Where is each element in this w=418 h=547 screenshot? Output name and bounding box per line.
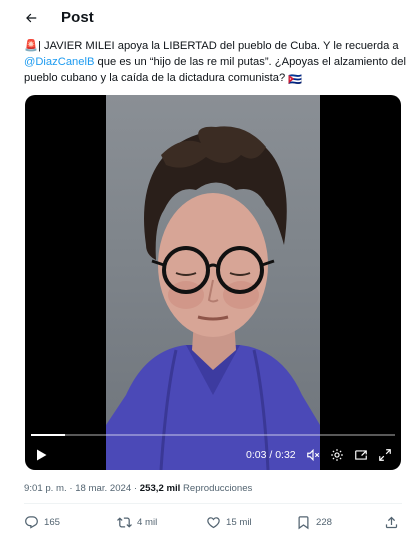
bookmark-button[interactable]: 228 <box>296 512 332 532</box>
views-count: 253,2 mil <box>139 483 181 494</box>
back-button[interactable] <box>18 5 44 31</box>
play-icon <box>36 449 46 461</box>
reply-button[interactable]: 165 <box>24 512 60 532</box>
share-icon <box>385 516 398 528</box>
mention-link[interactable]: @DiazCanelB <box>24 56 94 68</box>
post-page: Post 🚨| JAVIER MILEI apoya la LIBERTAD d… <box>0 0 418 547</box>
arrow-left-icon <box>26 13 37 23</box>
meta-separator: · <box>69 483 73 494</box>
divider <box>24 503 402 504</box>
picture-in-picture-icon <box>355 450 367 460</box>
mute-button[interactable] <box>303 445 323 465</box>
video-progress-bar[interactable] <box>31 434 395 436</box>
heart-icon <box>207 516 220 528</box>
pip-button[interactable] <box>351 445 371 465</box>
repost-icon <box>117 516 132 528</box>
header: Post <box>0 0 418 36</box>
like-button[interactable]: 15 mil <box>206 512 252 532</box>
fullscreen-button[interactable] <box>375 445 395 465</box>
cuba-flag-emoji: 🇨🇺 <box>288 74 303 87</box>
reply-icon <box>25 515 38 529</box>
repost-count: 4 mil <box>137 516 158 528</box>
page-title: Post <box>61 9 94 26</box>
post-date[interactable]: 18 mar. 2024 <box>75 483 131 494</box>
video-time: 0:03 / 0:32 <box>246 449 296 461</box>
tweet-text: 🚨| JAVIER MILEI apoya la LIBERTAD del pu… <box>24 38 408 89</box>
settings-icon <box>331 449 343 461</box>
settings-button[interactable] <box>327 445 347 465</box>
video-progress-fill <box>31 434 66 436</box>
post-meta: 9:01 p. m. · 18 mar. 2024 · 253,2 mil Re… <box>24 483 252 494</box>
bookmark-count: 228 <box>316 516 333 528</box>
like-count: 15 mil <box>226 516 252 528</box>
play-button[interactable] <box>31 445 51 465</box>
share-button[interactable] <box>384 512 399 532</box>
tweet-text-part1: | JAVIER MILEI apoya la LIBERTAD del pue… <box>37 40 399 52</box>
fullscreen-icon <box>379 449 391 461</box>
post-time[interactable]: 9:01 p. m. <box>24 483 67 494</box>
siren-emoji: 🚨 <box>24 40 38 52</box>
video-player[interactable]: 0:03 / 0:32 <box>25 95 401 470</box>
volume-icon <box>307 448 320 462</box>
action-bar: 165 4 mil 15 mil 228 <box>24 512 402 534</box>
reply-count: 165 <box>44 516 61 528</box>
video-thumbnail <box>106 126 320 470</box>
video-frame[interactable] <box>106 95 320 470</box>
repost-button[interactable]: 4 mil <box>117 512 157 532</box>
meta-separator: · <box>133 483 138 494</box>
views-label: Reproducciones <box>183 483 253 494</box>
bookmark-icon <box>298 515 309 529</box>
video-controls: 0:03 / 0:32 <box>25 440 401 470</box>
